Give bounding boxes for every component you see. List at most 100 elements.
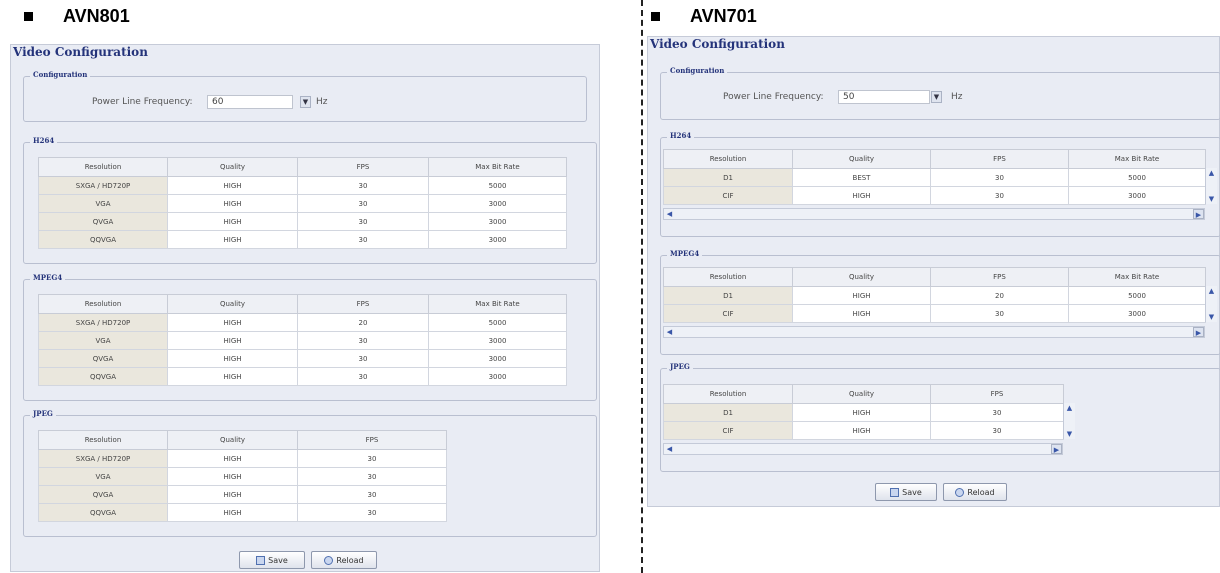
fps-cell[interactable]: 30 — [930, 421, 1064, 440]
quality-cell[interactable]: HIGH — [167, 367, 298, 386]
arrow-down-icon[interactable]: ▼ — [1064, 429, 1075, 439]
chevron-down-icon[interactable]: ▼ — [300, 96, 311, 108]
fps-cell[interactable]: 30 — [930, 304, 1069, 323]
fps-cell[interactable]: 30 — [297, 194, 429, 213]
fps-cell[interactable]: 30 — [297, 485, 447, 504]
reload-button[interactable]: Reload — [311, 551, 377, 569]
table-row[interactable]: VGA HIGH 30 — [38, 467, 447, 486]
table-row[interactable]: QQVGA HIGH 30 3000 — [38, 230, 567, 249]
arrow-down-icon[interactable]: ▼ — [1206, 194, 1217, 204]
fps-cell[interactable]: 30 — [297, 230, 429, 249]
power-line-frequency-select[interactable]: 50 — [838, 90, 930, 104]
quality-cell[interactable]: HIGH — [167, 467, 298, 486]
table-row[interactable]: D1 HIGH 20 5000 — [663, 286, 1206, 305]
table-row[interactable]: D1 BEST 30 5000 — [663, 168, 1206, 187]
quality-cell[interactable]: HIGH — [167, 194, 298, 213]
quality-cell[interactable]: HIGH — [167, 449, 298, 468]
column-header: Quality — [167, 294, 298, 314]
fps-cell[interactable]: 20 — [297, 313, 429, 332]
quality-cell[interactable]: HIGH — [792, 186, 931, 205]
table-row[interactable]: CIF HIGH 30 3000 — [663, 186, 1206, 205]
table-row[interactable]: QVGA HIGH 30 3000 — [38, 349, 567, 368]
resolution-cell: CIF — [663, 186, 793, 205]
horizontal-scrollbar[interactable]: ◀ ▶ — [663, 208, 1205, 220]
bitrate-cell[interactable]: 3000 — [428, 230, 567, 249]
bitrate-cell[interactable]: 5000 — [1068, 168, 1206, 187]
resolution-cell: QVGA — [38, 212, 168, 231]
arrow-left-icon[interactable]: ◀ — [664, 444, 675, 454]
save-button[interactable]: Save — [875, 483, 937, 501]
table-row[interactable]: QQVGA HIGH 30 3000 — [38, 367, 567, 386]
table-row[interactable]: CIF HIGH 30 3000 — [663, 304, 1206, 323]
table-row[interactable]: VGA HIGH 30 3000 — [38, 331, 567, 350]
arrow-down-icon[interactable]: ▼ — [1206, 312, 1217, 322]
table-row[interactable]: CIF HIGH 30 — [663, 421, 1064, 440]
bitrate-cell[interactable]: 5000 — [428, 176, 567, 195]
arrow-up-icon[interactable]: ▲ — [1206, 168, 1217, 178]
quality-cell[interactable]: HIGH — [167, 503, 298, 522]
arrow-right-icon[interactable]: ▶ — [1051, 444, 1062, 454]
bitrate-cell[interactable]: 5000 — [428, 313, 567, 332]
power-line-frequency-select[interactable]: 60 — [207, 95, 293, 109]
quality-cell[interactable]: HIGH — [792, 421, 931, 440]
resolution-cell: CIF — [663, 421, 793, 440]
quality-cell[interactable]: HIGH — [792, 304, 931, 323]
arrow-right-icon[interactable]: ▶ — [1193, 327, 1204, 337]
bitrate-cell[interactable]: 3000 — [1068, 304, 1206, 323]
quality-cell[interactable]: HIGH — [792, 403, 931, 422]
table-row[interactable]: VGA HIGH 30 3000 — [38, 194, 567, 213]
bitrate-cell[interactable]: 3000 — [428, 349, 567, 368]
fps-cell[interactable]: 30 — [297, 503, 447, 522]
fps-cell[interactable]: 30 — [297, 367, 429, 386]
vertical-scrollbar[interactable]: ▲ ▼ — [1205, 286, 1217, 322]
power-line-frequency-label: Power Line Frequency: — [723, 92, 824, 102]
bitrate-cell[interactable]: 3000 — [1068, 186, 1206, 205]
quality-cell[interactable]: HIGH — [167, 349, 298, 368]
chevron-down-icon[interactable]: ▼ — [931, 91, 942, 103]
quality-cell[interactable]: HIGH — [167, 331, 298, 350]
fps-cell[interactable]: 30 — [297, 176, 429, 195]
bitrate-cell[interactable]: 3000 — [428, 367, 567, 386]
vertical-scrollbar[interactable]: ▲ ▼ — [1205, 168, 1217, 204]
arrow-right-icon[interactable]: ▶ — [1193, 209, 1204, 219]
quality-cell[interactable]: HIGH — [167, 212, 298, 231]
save-button[interactable]: Save — [239, 551, 305, 569]
arrow-left-icon[interactable]: ◀ — [664, 209, 675, 219]
table-row[interactable]: SXGA / HD720P HIGH 30 — [38, 449, 447, 468]
table-row[interactable]: QVGA HIGH 30 — [38, 485, 447, 504]
reload-label: Reload — [967, 487, 995, 497]
quality-cell[interactable]: HIGH — [792, 286, 931, 305]
bitrate-cell[interactable]: 3000 — [428, 331, 567, 350]
reload-button[interactable]: Reload — [943, 483, 1007, 501]
table-row[interactable]: SXGA / HD720P HIGH 30 5000 — [38, 176, 567, 195]
table-row[interactable]: D1 HIGH 30 — [663, 403, 1064, 422]
fps-cell[interactable]: 30 — [297, 212, 429, 231]
fps-cell[interactable]: 30 — [930, 168, 1069, 187]
mpeg4-table: Resolution Quality FPS Max Bit Rate D1 H… — [663, 267, 1206, 323]
quality-cell[interactable]: BEST — [792, 168, 931, 187]
fps-cell[interactable]: 30 — [297, 467, 447, 486]
fps-cell[interactable]: 30 — [930, 403, 1064, 422]
arrow-up-icon[interactable]: ▲ — [1206, 286, 1217, 296]
fps-cell[interactable]: 30 — [297, 331, 429, 350]
configuration-legend: Configuration — [30, 70, 91, 79]
fps-cell[interactable]: 30 — [930, 186, 1069, 205]
quality-cell[interactable]: HIGH — [167, 230, 298, 249]
bitrate-cell[interactable]: 5000 — [1068, 286, 1206, 305]
table-row[interactable]: QQVGA HIGH 30 — [38, 503, 447, 522]
table-row[interactable]: QVGA HIGH 30 3000 — [38, 212, 567, 231]
fps-cell[interactable]: 20 — [930, 286, 1069, 305]
horizontal-scrollbar[interactable]: ◀ ▶ — [663, 326, 1205, 338]
quality-cell[interactable]: HIGH — [167, 176, 298, 195]
bitrate-cell[interactable]: 3000 — [428, 194, 567, 213]
arrow-left-icon[interactable]: ◀ — [664, 327, 675, 337]
fps-cell[interactable]: 30 — [297, 349, 429, 368]
vertical-scrollbar[interactable]: ▲ ▼ — [1063, 403, 1075, 439]
horizontal-scrollbar[interactable]: ◀ ▶ — [663, 443, 1063, 455]
bitrate-cell[interactable]: 3000 — [428, 212, 567, 231]
quality-cell[interactable]: HIGH — [167, 485, 298, 504]
arrow-up-icon[interactable]: ▲ — [1064, 403, 1075, 413]
table-row[interactable]: SXGA / HD720P HIGH 20 5000 — [38, 313, 567, 332]
fps-cell[interactable]: 30 — [297, 449, 447, 468]
quality-cell[interactable]: HIGH — [167, 313, 298, 332]
